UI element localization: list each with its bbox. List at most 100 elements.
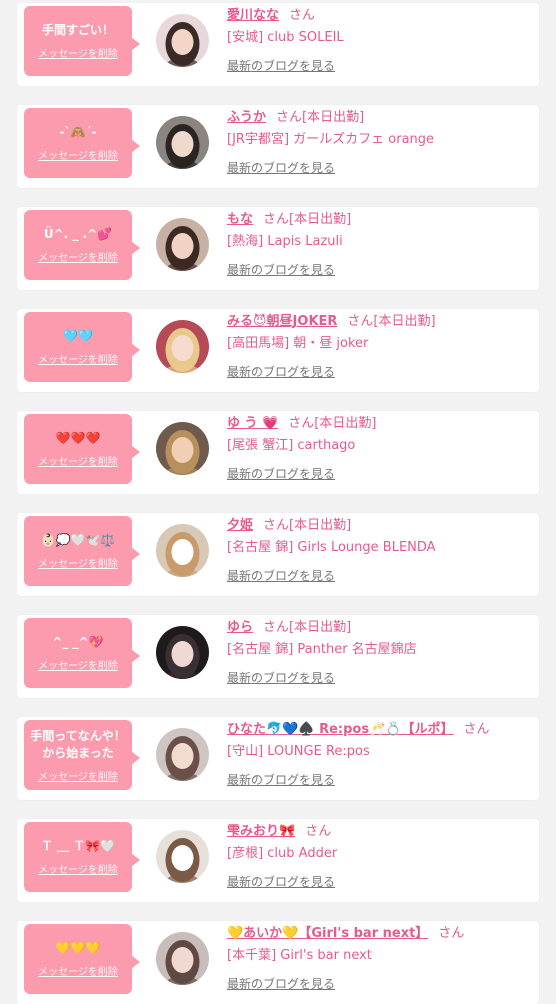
message-card: 手間ってなんや！ から始まった メッセージを削除 ひなた🐬💙♠️ Re:pos🥂… — [17, 717, 539, 800]
avatar-image — [156, 524, 209, 577]
message-card: 🩵🩵 メッセージを削除 みる😈朝昼JOKER さん[本日出勤] [高田馬場] 朝・… — [17, 309, 539, 392]
cast-name-link[interactable]: ゆら — [227, 620, 253, 635]
message-text: 🩵🩵 — [63, 329, 93, 343]
message-card: Ü^. _ .^💕 メッセージを削除 もな さん[本日出勤] [熱海] Lapis… — [17, 207, 539, 290]
avatar[interactable] — [156, 626, 209, 679]
shop-label: [本千葉] Girl's bar next — [227, 948, 372, 963]
latest-blog-link[interactable]: 最新のブログを見る — [227, 771, 335, 788]
cast-name-link[interactable]: ふうか — [227, 110, 266, 125]
latest-blog-link[interactable]: 最新のブログを見る — [227, 567, 335, 584]
name-line: 💛あいか💛【Girl's bar next】 さん — [227, 925, 533, 943]
profile-info: みる😈朝昼JOKER さん[本日出勤] [高田馬場] 朝・昼 joker 最新のブ… — [227, 313, 533, 380]
message-bubble: ❤️❤️❤️ メッセージを削除 — [24, 414, 140, 484]
message-card: 💛💛💛 メッセージを削除 💛あいか💛【Girl's bar next】 さん [本… — [17, 921, 539, 1004]
avatar[interactable] — [156, 116, 209, 169]
latest-blog-link[interactable]: 最新のブログを見る — [227, 57, 335, 74]
delete-message-link[interactable]: メッセージを削除 — [38, 453, 118, 468]
message-text: -`🙈´- — [59, 125, 97, 139]
avatar[interactable] — [156, 524, 209, 577]
delete-message-link[interactable]: メッセージを削除 — [38, 768, 118, 783]
message-bubble: ^_ _^💖 メッセージを削除 — [24, 618, 140, 688]
name-line: 愛川なな さん — [227, 7, 533, 25]
avatar-image — [156, 932, 209, 985]
avatar-image — [156, 728, 209, 781]
avatar-image — [156, 422, 209, 475]
shop-label: [彦根] club Adder — [227, 846, 338, 861]
message-text: 手間すごい！ — [41, 23, 114, 37]
cast-name-link[interactable]: ゆ う 💗 — [227, 416, 278, 431]
latest-blog-link[interactable]: 最新のブログを見る — [227, 159, 335, 176]
profile-info: ふうか さん[本日出勤] [JR宇都宮] ガールズカフェ orange 最新のブロ… — [227, 109, 533, 176]
shop-label: [JR宇都宮] ガールズカフェ orange — [227, 132, 435, 147]
message-text: 手間ってなんや！ から始まった — [30, 728, 126, 760]
shop-label: [安城] club SOLEIL — [227, 30, 344, 45]
avatar[interactable] — [156, 422, 209, 475]
delete-message-link[interactable]: メッセージを削除 — [38, 147, 118, 162]
latest-blog-link[interactable]: 最新のブログを見る — [227, 873, 335, 890]
name-line: もな さん[本日出勤] — [227, 211, 533, 229]
name-line: ゆ う 💗 さん[本日出勤] — [227, 415, 533, 433]
avatar[interactable] — [156, 932, 209, 985]
honorific-status: さん — [438, 926, 465, 941]
honorific-status: さん[本日出勤] — [263, 620, 352, 635]
message-card: 手間すごい！ メッセージを削除 愛川なな さん [安城] club SOLEIL … — [17, 3, 539, 86]
avatar[interactable] — [156, 830, 209, 883]
latest-blog-link[interactable]: 最新のブログを見る — [227, 975, 335, 992]
message-card: 👶🏻💭🤍🕊️⚖️ メッセージを削除 夕姫 さん[本日出勤] [名古屋 錦] Gir… — [17, 513, 539, 596]
latest-blog-link[interactable]: 最新のブログを見る — [227, 465, 335, 482]
honorific-status: さん — [289, 8, 316, 23]
name-line: ひなた🐬💙♠️ Re:pos🥂💍【ルポ】 さん — [227, 721, 533, 739]
delete-message-link[interactable]: メッセージを削除 — [38, 861, 118, 876]
delete-message-link[interactable]: メッセージを削除 — [38, 249, 118, 264]
honorific-status: さん[本日出勤] — [288, 416, 377, 431]
honorific-status: さん[本日出勤] — [347, 314, 436, 329]
cast-name-link[interactable]: 雫みおり🎀 — [227, 824, 295, 839]
cast-name-link[interactable]: みる😈朝昼JOKER — [227, 314, 337, 329]
cast-name-link[interactable]: もな — [227, 212, 253, 227]
avatar[interactable] — [156, 728, 209, 781]
avatar-image — [156, 830, 209, 883]
message-text: ❤️❤️❤️ — [55, 431, 101, 445]
cast-name-link[interactable]: ひなた🐬💙♠️ Re:pos🥂💍【ルポ】 — [227, 722, 453, 737]
honorific-status: さん[本日出勤] — [263, 212, 352, 227]
profile-info: ゆ う 💗 さん[本日出勤] [尾張 蟹江] carthago 最新のブログを見る — [227, 415, 533, 482]
honorific-status: さん — [305, 824, 332, 839]
delete-message-link[interactable]: メッセージを削除 — [38, 657, 118, 672]
name-line: 雫みおり🎀 さん — [227, 823, 533, 841]
message-text: 💛💛💛 — [55, 941, 101, 955]
message-bubble: 👶🏻💭🤍🕊️⚖️ メッセージを削除 — [24, 516, 140, 586]
message-text: Ü^. _ .^💕 — [43, 227, 113, 241]
latest-blog-link[interactable]: 最新のブログを見る — [227, 669, 335, 686]
name-line: ふうか さん[本日出勤] — [227, 109, 533, 127]
avatar[interactable] — [156, 14, 209, 67]
latest-blog-link[interactable]: 最新のブログを見る — [227, 261, 335, 278]
message-card: Ｔ ＿ Ｔ🎀🤍 メッセージを削除 雫みおり🎀 さん [彦根] club Adder… — [17, 819, 539, 902]
avatar-image — [156, 116, 209, 169]
cast-name-link[interactable]: 💛あいか💛【Girl's bar next】 — [227, 926, 428, 941]
message-bubble: Ü^. _ .^💕 メッセージを削除 — [24, 210, 140, 280]
shop-label: [尾張 蟹江] carthago — [227, 438, 356, 453]
avatar-image — [156, 218, 209, 271]
delete-message-link[interactable]: メッセージを削除 — [38, 555, 118, 570]
profile-info: 雫みおり🎀 さん [彦根] club Adder 最新のブログを見る — [227, 823, 533, 890]
profile-info: ひなた🐬💙♠️ Re:pos🥂💍【ルポ】 さん [守山] LOUNGE Re:po… — [227, 721, 533, 788]
honorific-status: さん[本日出勤] — [263, 518, 352, 533]
message-bubble: 🩵🩵 メッセージを削除 — [24, 312, 140, 382]
cast-name-link[interactable]: 夕姫 — [227, 518, 253, 533]
profile-info: 💛あいか💛【Girl's bar next】 さん [本千葉] Girl's ba… — [227, 925, 533, 992]
cast-name-link[interactable]: 愛川なな — [227, 8, 279, 23]
avatar-image — [156, 14, 209, 67]
message-text: ^_ _^💖 — [52, 635, 104, 649]
delete-message-link[interactable]: メッセージを削除 — [38, 963, 118, 978]
avatar[interactable] — [156, 218, 209, 271]
message-bubble: 手間ってなんや！ から始まった メッセージを削除 — [24, 720, 140, 790]
profile-info: もな さん[本日出勤] [熱海] Lapis Lazuli 最新のブログを見る — [227, 211, 533, 278]
delete-message-link[interactable]: メッセージを削除 — [38, 351, 118, 366]
delete-message-link[interactable]: メッセージを削除 — [38, 45, 118, 60]
message-bubble: Ｔ ＿ Ｔ🎀🤍 メッセージを削除 — [24, 822, 140, 892]
latest-blog-link[interactable]: 最新のブログを見る — [227, 363, 335, 380]
shop-label: [名古屋 錦] Girls Lounge BLENDA — [227, 540, 436, 555]
avatar[interactable] — [156, 320, 209, 373]
profile-info: 夕姫 さん[本日出勤] [名古屋 錦] Girls Lounge BLENDA 最… — [227, 517, 533, 584]
honorific-status: さん[本日出勤] — [276, 110, 365, 125]
